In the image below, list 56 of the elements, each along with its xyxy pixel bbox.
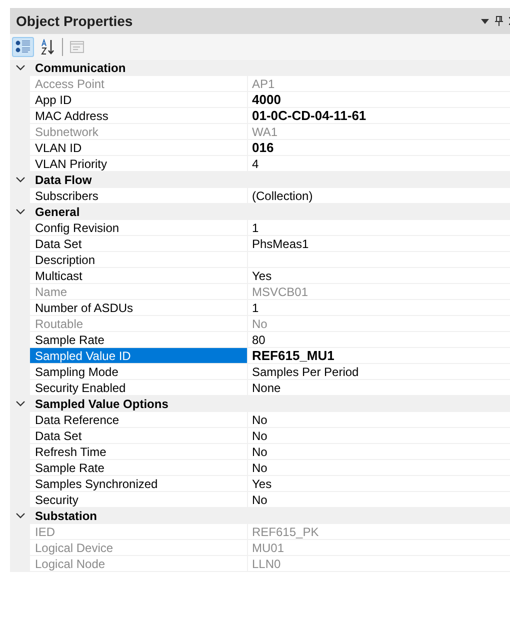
collapse-chevron-icon[interactable] (16, 65, 24, 71)
property-value[interactable]: No (248, 444, 510, 460)
panel-title: Object Properties (16, 13, 134, 29)
category-header[interactable]: Sampled Value Options (30, 396, 168, 412)
property-name[interactable]: Samples Synchronized (30, 476, 248, 492)
property-name[interactable]: Config Revision (30, 220, 248, 236)
property-value[interactable]: Samples Per Period (248, 364, 510, 380)
property-name[interactable]: App ID (30, 92, 248, 108)
property-name[interactable]: Subscribers (30, 188, 248, 204)
property-name[interactable]: Number of ASDUs (30, 300, 248, 316)
property-value[interactable]: None (248, 380, 510, 396)
property-name[interactable]: Sample Rate (30, 460, 248, 476)
collapse-chevron-icon[interactable] (16, 401, 24, 407)
dropdown-icon[interactable] (481, 18, 489, 24)
property-value[interactable]: 80 (248, 332, 510, 348)
collapse-chevron-icon[interactable] (16, 513, 24, 519)
property-name[interactable]: Multicast (30, 268, 248, 284)
category-header[interactable]: Communication (30, 60, 126, 76)
collapse-chevron-icon[interactable] (16, 177, 24, 183)
sort-alphabetical-icon (40, 39, 56, 55)
property-value[interactable]: REF615_MU1 (248, 348, 510, 364)
property-value[interactable]: 4000 (248, 92, 510, 108)
property-name[interactable]: Sample Rate (30, 332, 248, 348)
categorized-icon (15, 39, 31, 55)
property-name[interactable]: Data Set (30, 428, 248, 444)
property-name[interactable]: Sampled Value ID (30, 348, 248, 364)
property-pages-icon (69, 39, 85, 55)
property-name[interactable]: Refresh Time (30, 444, 248, 460)
category-header[interactable]: Substation (30, 508, 97, 524)
property-value[interactable]: No (248, 428, 510, 444)
property-value[interactable]: (Collection) (248, 188, 510, 204)
property-value[interactable]: 016 (248, 140, 510, 156)
property-name[interactable]: MAC Address (30, 108, 248, 124)
property-name[interactable]: VLAN Priority (30, 156, 248, 172)
property-name[interactable]: Data Reference (30, 412, 248, 428)
property-name[interactable]: Data Set (30, 236, 248, 252)
collapse-chevron-icon[interactable] (16, 209, 24, 215)
property-value[interactable]: No (248, 492, 510, 508)
category-header[interactable]: General (30, 204, 80, 220)
property-value[interactable]: No (248, 460, 510, 476)
property-name[interactable]: Sampling Mode (30, 364, 248, 380)
property-name[interactable]: VLAN ID (30, 140, 248, 156)
category-header[interactable]: Data Flow (30, 172, 92, 188)
property-value[interactable]: 4 (248, 156, 510, 172)
categorized-button[interactable] (12, 37, 34, 57)
property-value[interactable]: Yes (248, 476, 510, 492)
property-value[interactable]: Yes (248, 268, 510, 284)
property-value[interactable]: 1 (248, 300, 510, 316)
property-value[interactable]: 01-0C-CD-04-11-61 (248, 108, 510, 124)
pin-icon[interactable] (495, 16, 503, 26)
property-name[interactable]: Security Enabled (30, 380, 248, 396)
property-value[interactable]: PhsMeas1 (248, 236, 510, 252)
property-name[interactable]: Security (30, 492, 248, 508)
property-name[interactable]: Description (30, 252, 248, 268)
property-value[interactable]: 1 (248, 220, 510, 236)
property-value[interactable]: No (248, 412, 510, 428)
